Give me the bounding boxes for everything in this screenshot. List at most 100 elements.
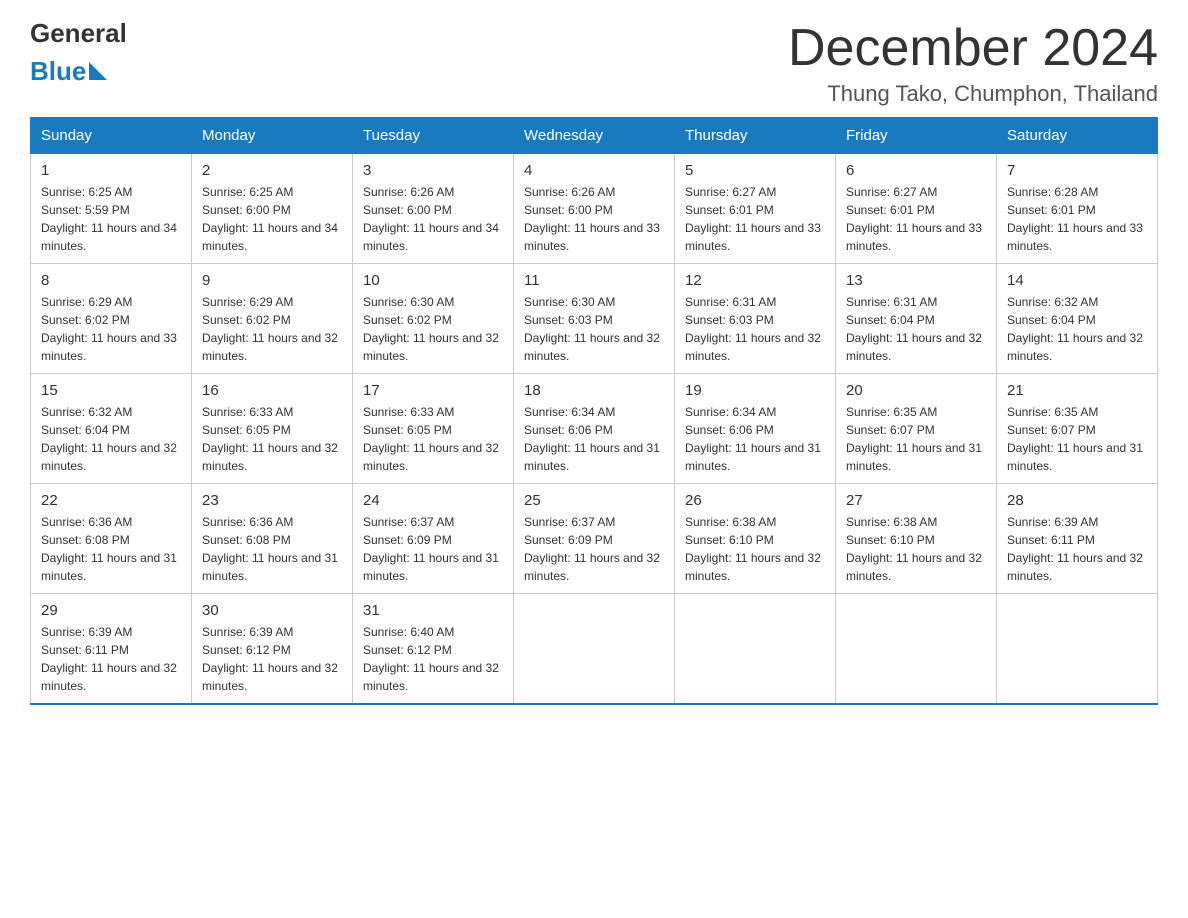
day-info: Sunrise: 6:26 AMSunset: 6:00 PMDaylight:… [363, 185, 499, 253]
day-number: 18 [524, 382, 664, 399]
weekday-header-tuesday: Tuesday [353, 118, 514, 153]
calendar-cell: 29 Sunrise: 6:39 AMSunset: 6:11 PMDaylig… [31, 594, 192, 705]
day-info: Sunrise: 6:31 AMSunset: 6:03 PMDaylight:… [685, 295, 821, 363]
day-info: Sunrise: 6:25 AMSunset: 5:59 PMDaylight:… [41, 185, 177, 253]
day-number: 27 [846, 492, 986, 509]
day-info: Sunrise: 6:30 AMSunset: 6:03 PMDaylight:… [524, 295, 660, 363]
calendar-week-5: 29 Sunrise: 6:39 AMSunset: 6:11 PMDaylig… [31, 594, 1158, 705]
day-info: Sunrise: 6:34 AMSunset: 6:06 PMDaylight:… [524, 405, 660, 473]
day-number: 12 [685, 272, 825, 289]
day-number: 4 [524, 162, 664, 179]
day-info: Sunrise: 6:29 AMSunset: 6:02 PMDaylight:… [41, 295, 177, 363]
calendar-cell: 5 Sunrise: 6:27 AMSunset: 6:01 PMDayligh… [675, 153, 836, 264]
page-header: General Blue December 2024 Thung Tako, C… [30, 20, 1158, 107]
day-info: Sunrise: 6:32 AMSunset: 6:04 PMDaylight:… [1007, 295, 1143, 363]
calendar-cell: 4 Sunrise: 6:26 AMSunset: 6:00 PMDayligh… [514, 153, 675, 264]
location-label: Thung Tako, Chumphon, Thailand [788, 81, 1158, 107]
day-number: 23 [202, 492, 342, 509]
calendar-cell [836, 594, 997, 705]
day-info: Sunrise: 6:26 AMSunset: 6:00 PMDaylight:… [524, 185, 660, 253]
day-number: 13 [846, 272, 986, 289]
calendar-cell: 16 Sunrise: 6:33 AMSunset: 6:05 PMDaylig… [192, 374, 353, 484]
logo-general: General [30, 20, 127, 46]
day-info: Sunrise: 6:33 AMSunset: 6:05 PMDaylight:… [363, 405, 499, 473]
day-info: Sunrise: 6:30 AMSunset: 6:02 PMDaylight:… [363, 295, 499, 363]
day-number: 29 [41, 602, 181, 619]
day-info: Sunrise: 6:32 AMSunset: 6:04 PMDaylight:… [41, 405, 177, 473]
calendar-cell: 9 Sunrise: 6:29 AMSunset: 6:02 PMDayligh… [192, 264, 353, 374]
calendar-cell: 6 Sunrise: 6:27 AMSunset: 6:01 PMDayligh… [836, 153, 997, 264]
day-number: 11 [524, 272, 664, 289]
calendar-cell: 8 Sunrise: 6:29 AMSunset: 6:02 PMDayligh… [31, 264, 192, 374]
calendar-cell [675, 594, 836, 705]
day-number: 30 [202, 602, 342, 619]
day-info: Sunrise: 6:31 AMSunset: 6:04 PMDaylight:… [846, 295, 982, 363]
day-number: 2 [202, 162, 342, 179]
calendar-week-2: 8 Sunrise: 6:29 AMSunset: 6:02 PMDayligh… [31, 264, 1158, 374]
day-info: Sunrise: 6:36 AMSunset: 6:08 PMDaylight:… [202, 515, 338, 583]
calendar-cell [514, 594, 675, 705]
day-number: 24 [363, 492, 503, 509]
day-info: Sunrise: 6:35 AMSunset: 6:07 PMDaylight:… [846, 405, 982, 473]
day-info: Sunrise: 6:28 AMSunset: 6:01 PMDaylight:… [1007, 185, 1143, 253]
day-info: Sunrise: 6:37 AMSunset: 6:09 PMDaylight:… [524, 515, 660, 583]
day-info: Sunrise: 6:27 AMSunset: 6:01 PMDaylight:… [685, 185, 821, 253]
calendar-week-4: 22 Sunrise: 6:36 AMSunset: 6:08 PMDaylig… [31, 484, 1158, 594]
day-number: 15 [41, 382, 181, 399]
day-info: Sunrise: 6:38 AMSunset: 6:10 PMDaylight:… [846, 515, 982, 583]
day-number: 26 [685, 492, 825, 509]
calendar-cell: 25 Sunrise: 6:37 AMSunset: 6:09 PMDaylig… [514, 484, 675, 594]
day-number: 28 [1007, 492, 1147, 509]
calendar-cell: 20 Sunrise: 6:35 AMSunset: 6:07 PMDaylig… [836, 374, 997, 484]
weekday-header-wednesday: Wednesday [514, 118, 675, 153]
day-number: 5 [685, 162, 825, 179]
calendar-cell: 1 Sunrise: 6:25 AMSunset: 5:59 PMDayligh… [31, 153, 192, 264]
day-info: Sunrise: 6:29 AMSunset: 6:02 PMDaylight:… [202, 295, 338, 363]
day-number: 1 [41, 162, 181, 179]
calendar-cell: 23 Sunrise: 6:36 AMSunset: 6:08 PMDaylig… [192, 484, 353, 594]
day-info: Sunrise: 6:27 AMSunset: 6:01 PMDaylight:… [846, 185, 982, 253]
day-number: 25 [524, 492, 664, 509]
day-info: Sunrise: 6:25 AMSunset: 6:00 PMDaylight:… [202, 185, 338, 253]
logo: General Blue [30, 20, 127, 84]
calendar-cell: 11 Sunrise: 6:30 AMSunset: 6:03 PMDaylig… [514, 264, 675, 374]
day-number: 7 [1007, 162, 1147, 179]
title-area: December 2024 Thung Tako, Chumphon, Thai… [788, 20, 1158, 107]
day-info: Sunrise: 6:40 AMSunset: 6:12 PMDaylight:… [363, 625, 499, 693]
day-number: 19 [685, 382, 825, 399]
calendar-cell: 30 Sunrise: 6:39 AMSunset: 6:12 PMDaylig… [192, 594, 353, 705]
calendar-cell: 14 Sunrise: 6:32 AMSunset: 6:04 PMDaylig… [997, 264, 1158, 374]
calendar-cell: 24 Sunrise: 6:37 AMSunset: 6:09 PMDaylig… [353, 484, 514, 594]
day-number: 10 [363, 272, 503, 289]
day-number: 16 [202, 382, 342, 399]
calendar-cell: 3 Sunrise: 6:26 AMSunset: 6:00 PMDayligh… [353, 153, 514, 264]
day-number: 31 [363, 602, 503, 619]
calendar-cell: 22 Sunrise: 6:36 AMSunset: 6:08 PMDaylig… [31, 484, 192, 594]
month-title: December 2024 [788, 20, 1158, 77]
logo-arrow-icon [89, 62, 107, 80]
logo-blue: Blue [30, 48, 127, 84]
calendar-cell: 31 Sunrise: 6:40 AMSunset: 6:12 PMDaylig… [353, 594, 514, 705]
calendar-cell: 10 Sunrise: 6:30 AMSunset: 6:02 PMDaylig… [353, 264, 514, 374]
day-info: Sunrise: 6:39 AMSunset: 6:11 PMDaylight:… [41, 625, 177, 693]
calendar-cell: 2 Sunrise: 6:25 AMSunset: 6:00 PMDayligh… [192, 153, 353, 264]
day-info: Sunrise: 6:35 AMSunset: 6:07 PMDaylight:… [1007, 405, 1143, 473]
day-number: 17 [363, 382, 503, 399]
calendar-cell: 15 Sunrise: 6:32 AMSunset: 6:04 PMDaylig… [31, 374, 192, 484]
day-number: 22 [41, 492, 181, 509]
day-info: Sunrise: 6:39 AMSunset: 6:11 PMDaylight:… [1007, 515, 1143, 583]
day-number: 14 [1007, 272, 1147, 289]
day-number: 8 [41, 272, 181, 289]
calendar-cell: 12 Sunrise: 6:31 AMSunset: 6:03 PMDaylig… [675, 264, 836, 374]
calendar-cell: 19 Sunrise: 6:34 AMSunset: 6:06 PMDaylig… [675, 374, 836, 484]
day-info: Sunrise: 6:34 AMSunset: 6:06 PMDaylight:… [685, 405, 821, 473]
calendar-cell: 18 Sunrise: 6:34 AMSunset: 6:06 PMDaylig… [514, 374, 675, 484]
calendar-table: SundayMondayTuesdayWednesdayThursdayFrid… [30, 117, 1158, 705]
calendar-cell: 28 Sunrise: 6:39 AMSunset: 6:11 PMDaylig… [997, 484, 1158, 594]
day-number: 3 [363, 162, 503, 179]
calendar-week-3: 15 Sunrise: 6:32 AMSunset: 6:04 PMDaylig… [31, 374, 1158, 484]
weekday-header-thursday: Thursday [675, 118, 836, 153]
day-info: Sunrise: 6:39 AMSunset: 6:12 PMDaylight:… [202, 625, 338, 693]
day-number: 21 [1007, 382, 1147, 399]
calendar-cell: 26 Sunrise: 6:38 AMSunset: 6:10 PMDaylig… [675, 484, 836, 594]
